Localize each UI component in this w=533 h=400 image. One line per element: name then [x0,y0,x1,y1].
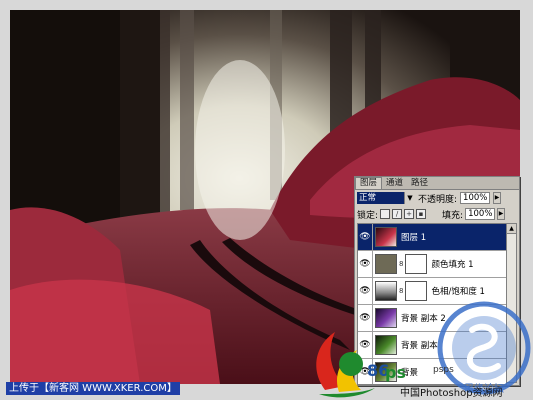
layer-thumbnail [375,254,397,274]
lock-fill-row: 锁定: / + ▪ 填充: 100% ▶ [357,207,517,221]
eye-visibility-icon[interactable]: 👁 [358,224,373,250]
scroll-up-icon[interactable]: ▲ [507,224,516,234]
tab-paths[interactable]: 路径 [407,178,432,189]
layer-mask-thumbnail [405,254,428,274]
layer-thumbnail [375,227,397,247]
lock-image-brush-icon[interactable]: / [392,209,403,219]
tab-layers[interactable]: 图层 [355,177,383,189]
chain-link-icon[interactable]: 8 [399,287,403,295]
chevron-down-icon[interactable]: ▼ [404,192,415,204]
layer-row-color-fill[interactable]: 👁 8 颜色填充 1 [358,251,506,278]
opacity-arrow-icon[interactable]: ▶ [493,192,502,204]
chain-link-icon[interactable]: 8 [399,260,403,268]
blend-mode-select[interactable]: 正常 ▼ [357,192,415,204]
palette-tabs: 图层 通道 路径 [355,177,519,190]
layer-name: 图层 1 [401,233,427,243]
lock-label: 锁定: [357,210,379,221]
url-watermark: psps [433,365,454,375]
eye-visibility-icon[interactable]: 👁 [358,278,373,304]
blend-opacity-row: 正常 ▼ 不透明度: 100% ▶ [357,191,517,205]
opacity-label: 不透明度: [418,194,458,205]
layer-row-layer1[interactable]: 👁 图层 1 [358,224,506,251]
logo-ps-text: ps [385,363,406,382]
fill-input[interactable]: 100% [465,208,496,220]
layer-mask-thumbnail [405,281,428,301]
blend-mode-value: 正常 [359,193,377,203]
tab-channels[interactable]: 通道 [382,178,407,189]
86ps-logo: 86 ps [316,332,406,398]
lock-position-move-icon[interactable]: + [404,209,415,219]
resource-watermark: 中国Photoshop资源网 [400,388,503,399]
eye-visibility-icon[interactable]: 👁 [358,251,373,277]
lock-transparency-icon[interactable] [380,209,391,219]
layer-name: 颜色填充 1 [431,260,474,270]
lock-all-padlock-icon[interactable]: ▪ [416,209,427,219]
layer-name: 色相/饱和度 1 [431,287,485,297]
fill-arrow-icon[interactable]: ▶ [497,208,506,220]
opacity-input[interactable]: 100% [460,192,491,204]
screenshot-frame: 图层 通道 路径 正常 ▼ 不透明度: 100% ▶ 锁定: / + ▪ 填充:… [0,0,533,400]
fill-label: 填充: [442,210,464,221]
blue-seal-logo: 思缘论坛 [437,301,531,395]
upload-watermark: 上传于【新客网 WWW.XKER.COM】 [6,382,180,395]
adjustment-thumbnail [375,281,397,301]
